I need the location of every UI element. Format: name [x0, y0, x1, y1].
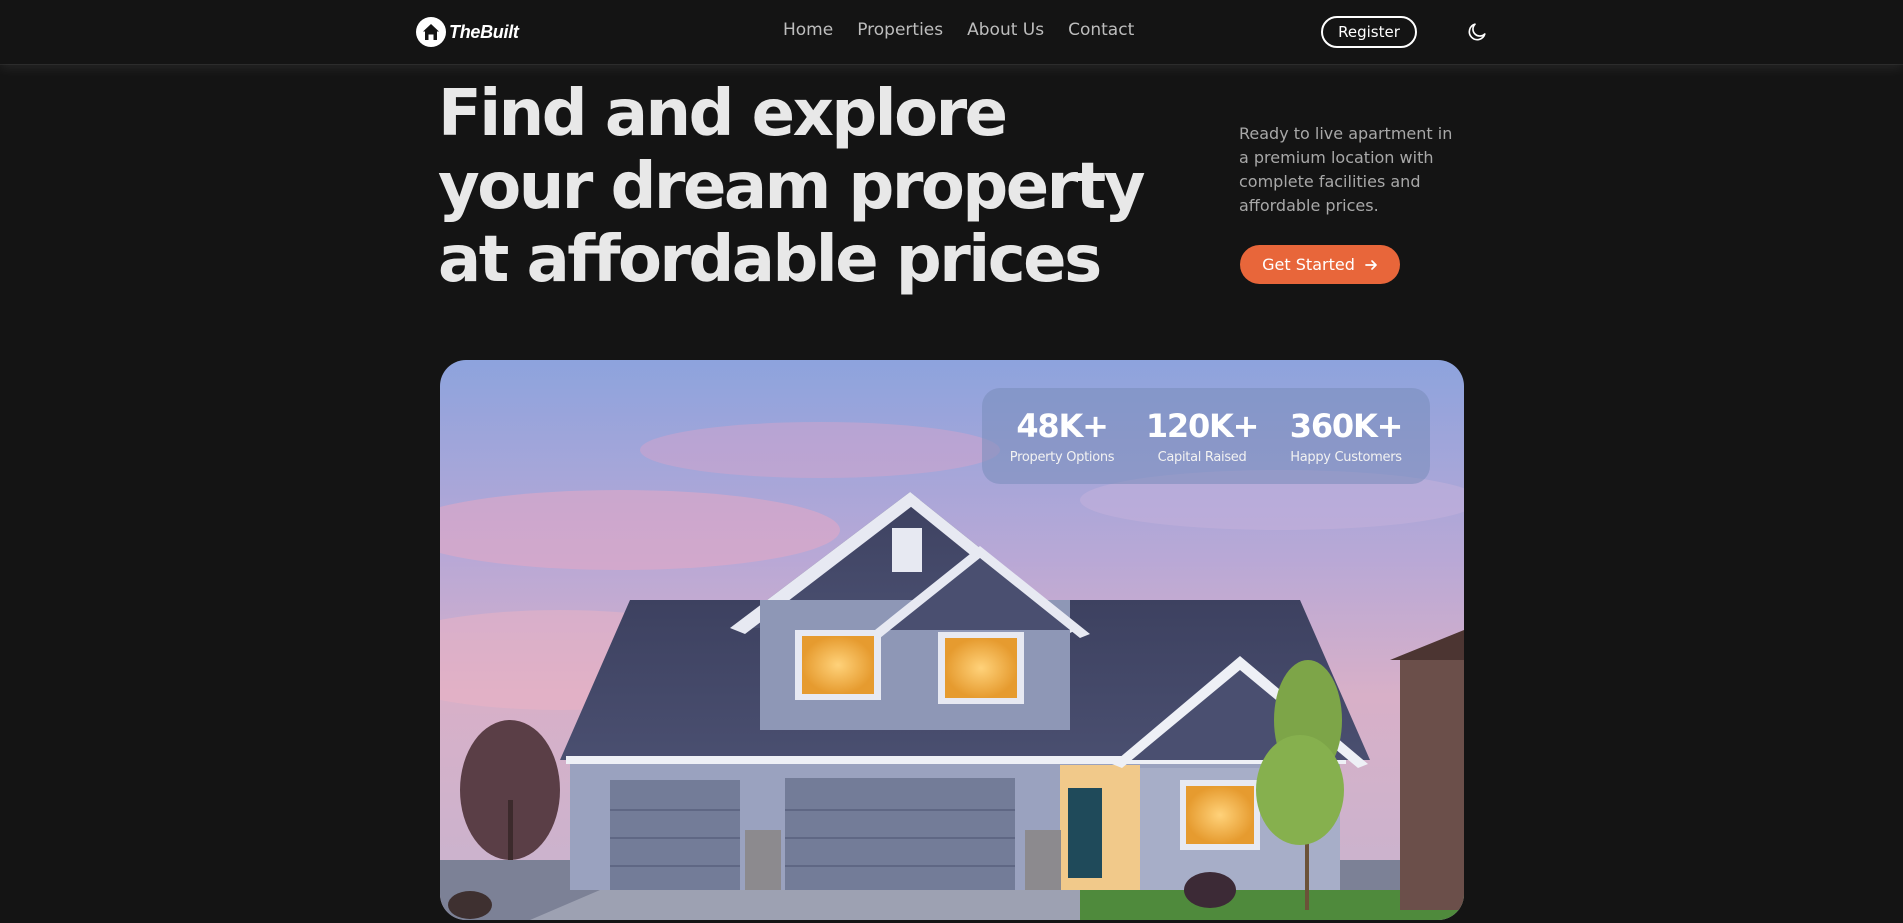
- get-started-label: Get Started: [1262, 255, 1355, 274]
- stat-label: Capital Raised: [1157, 449, 1247, 465]
- nav-link-contact[interactable]: Contact: [1068, 20, 1134, 40]
- get-started-button[interactable]: Get Started: [1240, 245, 1400, 284]
- stat-happy-customers: 360K+ Happy Customers: [1289, 406, 1404, 465]
- moon-icon[interactable]: [1465, 20, 1489, 44]
- nav-link-home[interactable]: Home: [783, 20, 833, 40]
- stat-property-options: 48K+ Property Options: [1010, 408, 1115, 465]
- register-button[interactable]: Register: [1321, 16, 1417, 48]
- nav-link-about-us[interactable]: About Us: [967, 20, 1044, 40]
- stats-panel: 48K+ Property Options 120K+ Capital Rais…: [982, 388, 1430, 484]
- hero-title: Find and explore your dream property at …: [438, 77, 1145, 297]
- stat-value: 48K+: [1016, 406, 1109, 445]
- stat-label: Happy Customers: [1290, 449, 1402, 465]
- arrow-right-icon: [1364, 259, 1377, 270]
- house-icon: [416, 17, 446, 47]
- nav-link-properties[interactable]: Properties: [857, 20, 943, 40]
- stat-value: 120K+: [1145, 406, 1260, 445]
- stat-capital-raised: 120K+ Capital Raised: [1145, 406, 1260, 465]
- main-nav: Home Properties About Us Contact: [783, 20, 1134, 40]
- navbar: TheBuilt Home Properties About Us Contac…: [0, 0, 1903, 64]
- stat-label: Property Options: [1009, 449, 1115, 465]
- brand-name: TheBuilt: [449, 21, 519, 42]
- stat-value: 360K+: [1289, 406, 1404, 445]
- brand-logo[interactable]: TheBuilt: [416, 16, 519, 48]
- hero-description: Ready to live apartment in a premium loc…: [1239, 124, 1453, 215]
